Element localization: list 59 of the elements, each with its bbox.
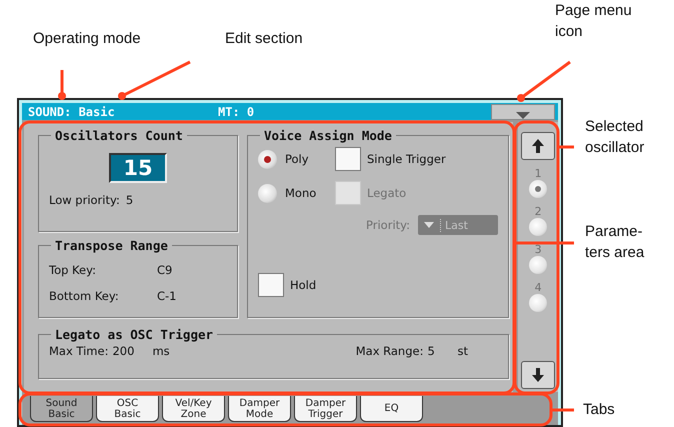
unit-label: ms	[152, 344, 170, 358]
leader-line	[517, 60, 571, 102]
group-title: Legato as OSC Trigger	[54, 327, 214, 342]
tab[interactable]: Damper Trigger	[294, 396, 357, 422]
parameter-label: Max Time:	[49, 344, 108, 358]
callout-label: Parame- ters area	[585, 222, 644, 263]
parameter-value[interactable]: 5	[427, 344, 458, 358]
parameter-value[interactable]: C9	[157, 263, 172, 277]
tab[interactable]: Vel/Key Zone	[162, 396, 225, 422]
parameter-label: Bottom Key:	[49, 289, 119, 303]
mt-text: MT: 0	[217, 104, 256, 118]
down-button[interactable]	[521, 361, 556, 389]
arrow-down-icon	[532, 368, 544, 382]
checkbox[interactable]	[335, 147, 361, 171]
checkbox-label: Hold	[290, 278, 316, 292]
radio-button[interactable]	[258, 184, 277, 202]
oscillator-number: 3	[534, 244, 542, 256]
priority-label: Priority:	[366, 218, 410, 232]
arrow-up-icon	[532, 139, 544, 153]
group-title: Transpose Range	[54, 238, 169, 253]
parameter-label: Max Range:	[356, 344, 424, 358]
tab[interactable]: Sound Basic	[30, 396, 93, 422]
callout-label: Selected oscillator	[585, 117, 644, 158]
tab[interactable]: EQ	[360, 396, 423, 422]
oscillator-number: 1	[534, 168, 542, 180]
leader-line	[558, 146, 574, 148]
oscillator-radio[interactable]	[529, 218, 548, 236]
up-button[interactable]	[521, 132, 556, 160]
parameter-label: Top Key:	[49, 263, 96, 277]
oscillator-number: 2	[534, 206, 542, 218]
oscillator-radio[interactable]	[529, 256, 548, 274]
leader-line	[514, 242, 574, 244]
checkbox[interactable]	[258, 273, 284, 297]
parameter-value[interactable]: C-1	[157, 289, 176, 303]
oscillator-radio[interactable]	[529, 294, 548, 312]
radio-label: Poly	[285, 152, 309, 166]
radio-label: Mono	[285, 186, 316, 200]
group-title: Voice Assign Mode	[263, 128, 393, 143]
radio-button[interactable]	[258, 150, 277, 168]
callout-label: Operating mode	[33, 29, 141, 49]
unit-label: st	[457, 344, 468, 358]
checkbox-label: Legato	[367, 186, 406, 200]
value-field[interactable]: 15	[109, 153, 167, 183]
callout-label: Page menu icon	[555, 1, 632, 42]
page-menu-button[interactable]	[491, 104, 555, 120]
tab[interactable]: Damper Mode	[228, 396, 291, 422]
tab[interactable]: OSC Basic	[96, 396, 159, 422]
parameter-label: Low priority:	[49, 193, 120, 207]
oscillator-radio[interactable]	[529, 180, 548, 198]
leader-line	[58, 70, 66, 100]
callout-label: Edit section	[225, 29, 303, 49]
parameter-value[interactable]: 200	[112, 344, 152, 358]
checkbox-label: Single Trigger	[367, 152, 446, 166]
group-title: Oscillators Count	[54, 128, 184, 143]
operating-mode-text: SOUND: Basic	[27, 104, 116, 118]
oscillator-number: 4	[534, 282, 542, 294]
callout-label: Tabs	[583, 400, 615, 420]
leader-line	[551, 408, 574, 412]
parameter-value[interactable]: 5	[126, 193, 134, 207]
